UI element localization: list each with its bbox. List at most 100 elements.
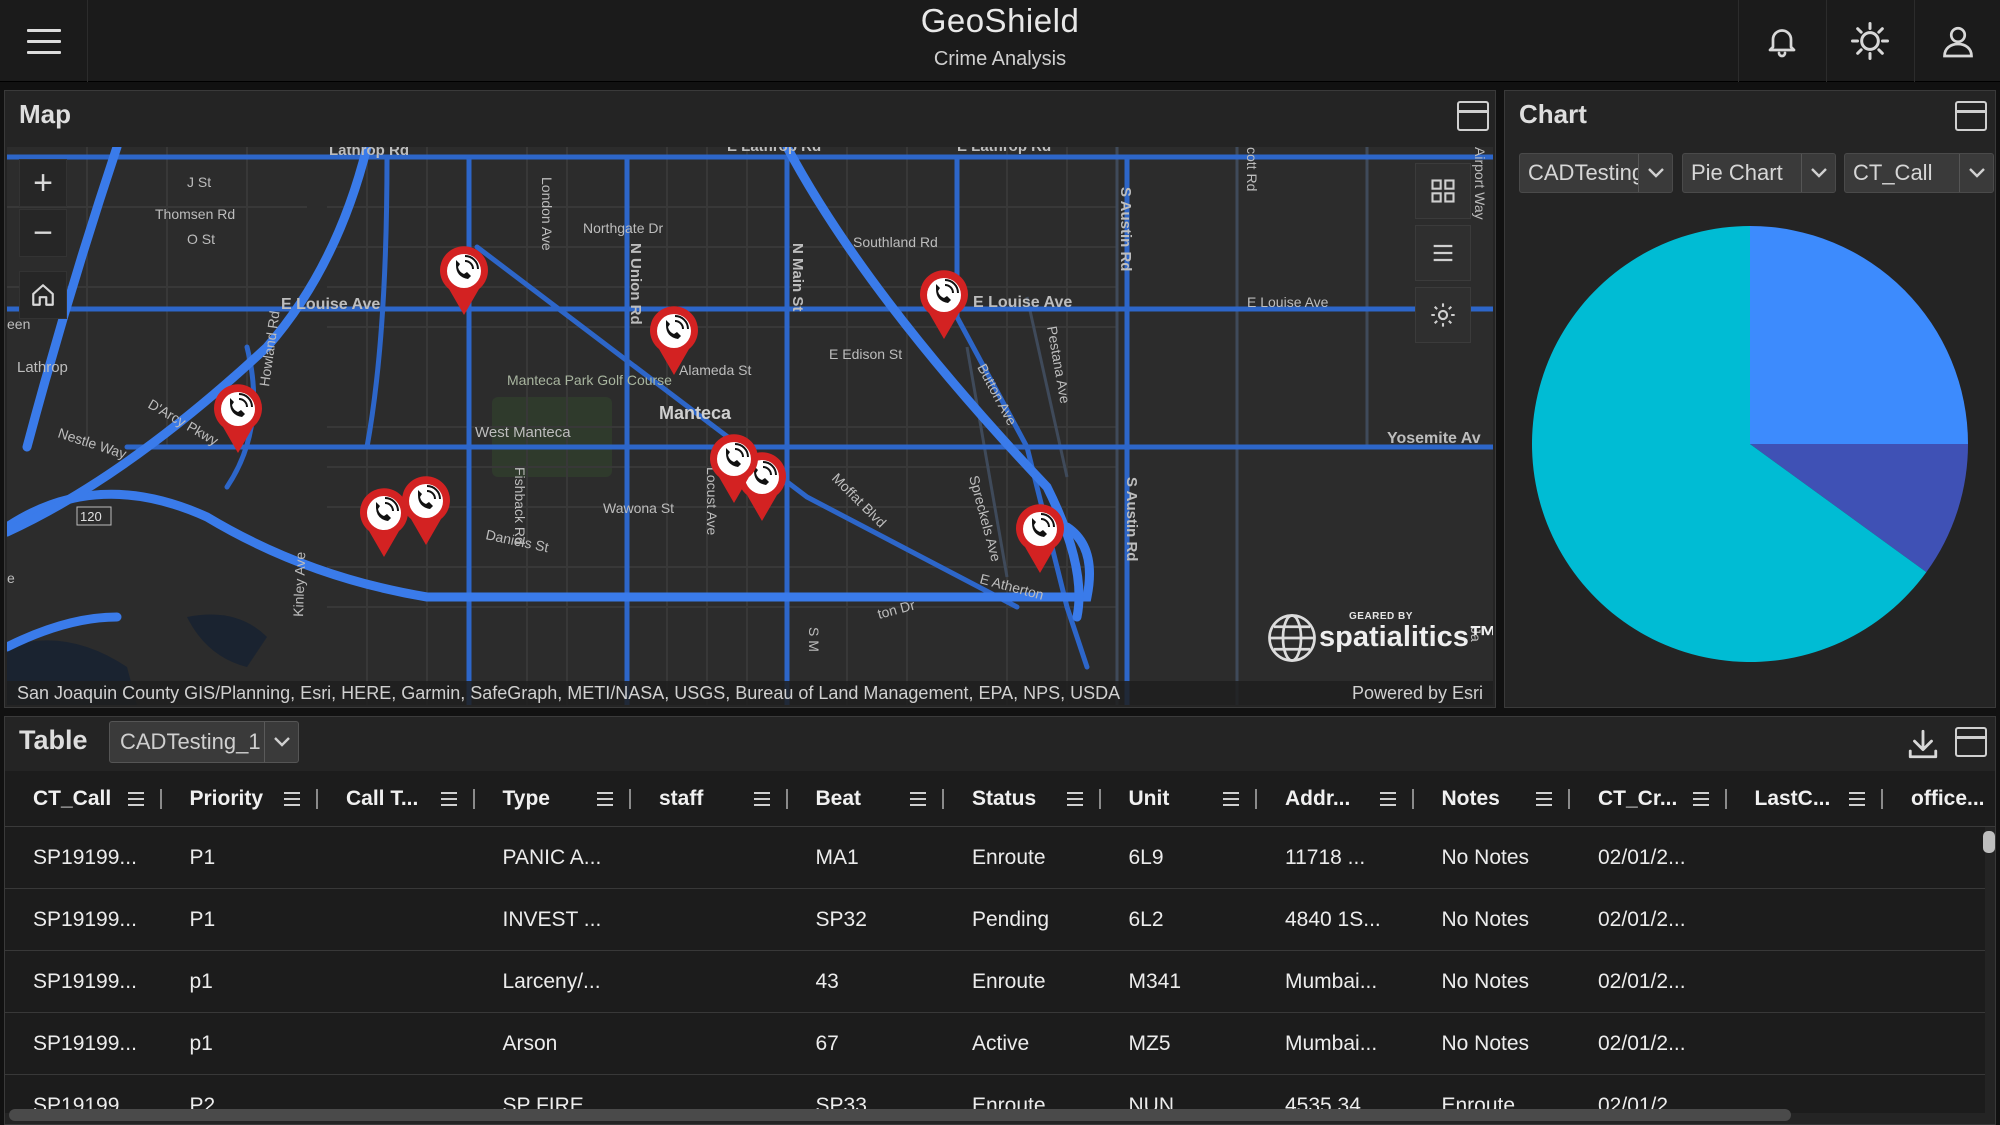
theme-toggle-button[interactable] bbox=[1826, 0, 1912, 82]
zoom-out-button[interactable]: − bbox=[19, 209, 67, 257]
column-menu-icon[interactable] bbox=[440, 792, 457, 810]
pie-slice[interactable] bbox=[1750, 226, 1968, 444]
app-header: GeoShield Crime Analysis bbox=[0, 0, 2000, 82]
column-header[interactable]: Unit bbox=[1101, 771, 1257, 827]
column-header[interactable]: Status bbox=[944, 771, 1101, 827]
column-menu-icon[interactable] bbox=[1223, 792, 1239, 810]
svg-text:E Louise Ave: E Louise Ave bbox=[281, 296, 380, 313]
chart-maximize-icon[interactable] bbox=[1955, 101, 1987, 131]
column-header[interactable]: Type bbox=[475, 771, 631, 827]
column-menu-icon[interactable] bbox=[1379, 792, 1396, 810]
map-panel-title: Map bbox=[19, 99, 71, 129]
column-header[interactable]: CT_Cr... bbox=[1570, 771, 1727, 827]
table-cell: P1 bbox=[189, 846, 216, 869]
table-cell bbox=[1883, 1013, 1985, 1075]
column-header[interactable]: office... bbox=[1883, 771, 2000, 827]
chart-type-select[interactable]: Pie Chart bbox=[1682, 153, 1836, 193]
call-marker[interactable] bbox=[209, 383, 267, 455]
column-menu-icon[interactable] bbox=[1536, 792, 1552, 810]
column-header[interactable]: CT_Call bbox=[5, 771, 162, 827]
map-maximize-icon[interactable] bbox=[1457, 101, 1489, 131]
table-cell bbox=[1727, 951, 1884, 1013]
table-cell: Enroute bbox=[972, 1094, 1046, 1113]
table-cell: 4840 1S... bbox=[1285, 908, 1381, 931]
table-cell: Arson bbox=[502, 1032, 558, 1055]
table-cell: Enroute bbox=[972, 970, 1046, 993]
svg-text:Kinley Ave: Kinley Ave bbox=[290, 551, 308, 617]
basemap-gallery-button[interactable] bbox=[1415, 163, 1471, 219]
svg-text:West Manteca: West Manteca bbox=[475, 424, 571, 441]
globe-icon bbox=[1268, 614, 1316, 662]
home-button[interactable] bbox=[19, 271, 67, 319]
svg-text:Airport Way: Airport Way bbox=[1472, 147, 1488, 220]
call-marker[interactable] bbox=[915, 269, 973, 341]
map-view[interactable]: Lathrop Rd E Lathrop Rd E Lathrop Rd J S… bbox=[7, 147, 1493, 705]
powered-by-esri[interactable]: Powered by Esri bbox=[1352, 681, 1483, 705]
table-panel-title: Table bbox=[19, 725, 88, 755]
basemap-gallery-icon bbox=[1431, 179, 1455, 203]
table-cell bbox=[631, 889, 788, 951]
column-header[interactable]: Beat bbox=[788, 771, 944, 827]
map-settings-button[interactable] bbox=[1415, 287, 1471, 343]
column-header[interactable]: Addr... bbox=[1257, 771, 1414, 827]
call-marker[interactable] bbox=[645, 305, 703, 377]
user-account-button[interactable] bbox=[1914, 0, 2000, 82]
column-header[interactable]: Notes bbox=[1414, 771, 1570, 827]
table-row[interactable]: SP19199... P1 PANIC A... MA1 Enroute 6L9 11718… bbox=[5, 827, 1985, 889]
chart-layer-select[interactable]: CADTesting_1 bbox=[1519, 153, 1673, 193]
pie-chart[interactable] bbox=[1517, 211, 1983, 677]
svg-text:J St: J St bbox=[187, 174, 211, 190]
zoom-in-button[interactable]: + bbox=[19, 159, 67, 207]
table-cell: 02/01/2... bbox=[1598, 1032, 1686, 1055]
horizontal-scrollbar[interactable] bbox=[9, 1109, 1791, 1121]
table-maximize-icon[interactable] bbox=[1955, 727, 1987, 757]
table-cell bbox=[631, 951, 788, 1013]
table-cell: p1 bbox=[189, 970, 213, 993]
table-cell: SP FIRE bbox=[502, 1094, 584, 1113]
chevron-down-icon bbox=[1801, 154, 1835, 192]
column-header-label: Addr... bbox=[1285, 787, 1351, 810]
map-attribution: San Joaquin County GIS/Planning, Esri, H… bbox=[7, 681, 1493, 705]
column-menu-icon[interactable] bbox=[1066, 792, 1083, 810]
column-menu-icon[interactable] bbox=[910, 792, 926, 810]
call-marker[interactable] bbox=[705, 433, 763, 505]
table-row[interactable]: SP19199... P2 SP FIRE SP33 Enroute NUN 4535 34… bbox=[5, 1075, 1985, 1113]
table-cell: 02/01/2... bbox=[1598, 970, 1686, 993]
svg-text:S Austin Rd: S Austin Rd bbox=[1117, 187, 1134, 271]
svg-text:O St: O St bbox=[187, 231, 215, 247]
call-marker[interactable] bbox=[355, 487, 413, 559]
svg-text:Thomsen Rd: Thomsen Rd bbox=[155, 206, 235, 222]
column-menu-icon[interactable] bbox=[1692, 792, 1709, 810]
column-header[interactable]: Priority bbox=[162, 771, 318, 827]
table-layer-select[interactable]: CADTesting_1 bbox=[109, 721, 299, 763]
column-header[interactable]: staff bbox=[631, 771, 788, 827]
table-cell bbox=[631, 827, 788, 889]
table-row[interactable]: SP19199... p1 Arson 67 Active MZ5 Mumbai... No … bbox=[5, 1013, 1985, 1075]
column-header-label: Notes bbox=[1441, 787, 1500, 810]
notifications-button[interactable] bbox=[1738, 0, 1824, 82]
column-header[interactable]: Call T... bbox=[318, 771, 475, 827]
column-menu-icon[interactable] bbox=[127, 792, 144, 810]
table-cell: No Notes bbox=[1441, 970, 1530, 993]
table-cell bbox=[1883, 951, 1985, 1013]
column-header[interactable]: LastC... bbox=[1727, 771, 1883, 827]
column-menu-icon[interactable] bbox=[597, 792, 613, 810]
table-row[interactable]: SP19199... P1 INVEST ... SP32 Pending 6L2 4840… bbox=[5, 889, 1985, 951]
layer-list-button[interactable] bbox=[1415, 225, 1471, 281]
column-menu-icon[interactable] bbox=[1849, 792, 1865, 810]
app-subtitle: Crime Analysis bbox=[933, 48, 1067, 70]
app-title: GeoShield bbox=[920, 2, 1080, 39]
column-menu-icon[interactable] bbox=[753, 792, 770, 810]
column-menu-icon[interactable] bbox=[284, 792, 300, 810]
svg-text:120: 120 bbox=[80, 509, 102, 524]
svg-text:Wawona St: Wawona St bbox=[603, 500, 674, 516]
chart-field-select[interactable]: CT_Call bbox=[1844, 153, 1994, 193]
table-cell bbox=[318, 827, 475, 889]
table-cell bbox=[318, 1013, 475, 1075]
table-header: CT_Call Priority Call T... Type staff Beat Sta… bbox=[5, 771, 1995, 827]
call-marker[interactable] bbox=[435, 245, 493, 317]
table-row[interactable]: SP19199... p1 Larceny/... 43 Enroute M341 Mumb… bbox=[5, 951, 1985, 1013]
vertical-scrollbar[interactable] bbox=[1983, 831, 1995, 853]
call-marker[interactable] bbox=[1011, 503, 1069, 575]
download-icon[interactable] bbox=[1905, 727, 1941, 761]
